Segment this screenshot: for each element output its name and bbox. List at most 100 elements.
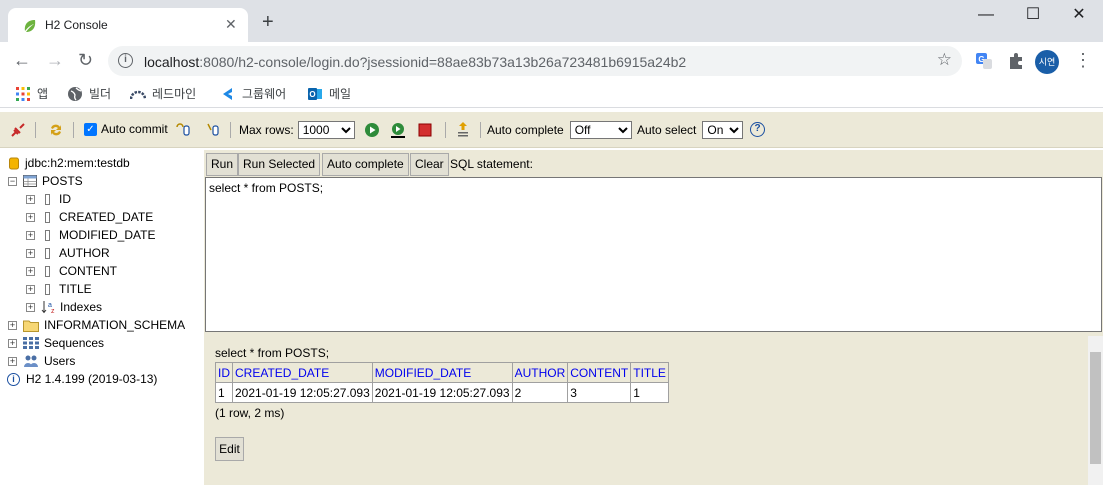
google-translate-icon[interactable]: G [975,52,993,70]
bookmark-builder[interactable]: 빌더 [67,85,111,102]
history-upload-icon[interactable] [455,121,471,137]
bookmark-groupware[interactable]: 그룹웨어 [220,85,286,102]
max-rows: Max rows: 1000 [239,121,355,139]
expand-toggle-icon[interactable]: + [8,356,17,366]
apps-grid-icon [16,86,30,101]
auto-select-setting: Auto select On [637,121,744,139]
tree-indexes[interactable]: + a z Indexes [26,300,102,314]
forward-arrow-icon[interactable]: → [46,50,64,70]
bookmarks-bar: 앱 빌더 레드마인 그룹웨어 O 메일 [0,80,1103,108]
auto-commit-toggle[interactable]: ✓ Auto commit [84,122,168,136]
result-header-modified-date[interactable]: MODIFIED_DATE [371,362,513,383]
reload-icon[interactable]: ↻ [78,50,93,70]
window-close-icon[interactable]: ✕ [1056,4,1102,28]
rollback-icon[interactable] [175,122,191,138]
extensions-puzzle-icon[interactable] [1007,52,1025,70]
column-icon [45,283,50,295]
auto-select-select[interactable]: On [702,121,744,139]
expand-toggle-icon[interactable]: + [26,212,35,222]
site-info-icon[interactable]: i [118,53,133,68]
table-name: POSTS [42,174,83,188]
results-panel: select * from POSTS; ID CREATED_DATE MOD… [204,336,1087,485]
expand-toggle-icon[interactable]: + [26,266,35,276]
run-selected-button[interactable]: Run Selected [238,153,321,176]
result-header-author[interactable]: AUTHOR [511,362,569,383]
bookmark-label: 앱 [37,87,49,101]
results-scrollbar[interactable] [1088,336,1103,485]
expand-toggle-icon[interactable]: + [26,284,35,294]
minimize-icon[interactable]: — [963,4,1009,28]
toolbar-separator [73,122,74,138]
index-sort-icon: a z [41,301,55,314]
stop-icon[interactable] [417,122,433,138]
expand-toggle-icon[interactable]: + [26,230,35,240]
bookmark-redmine[interactable]: 레드마인 [130,85,196,102]
auto-commit-checkbox[interactable]: ✓ [84,122,97,136]
svg-text:z: z [51,308,55,314]
tree-column[interactable]: + TITLE [26,282,92,296]
address-bar[interactable]: i localhost:8080/h2-console/login.do?jse… [108,46,962,76]
tree-column[interactable]: + CONTENT [26,264,117,278]
expand-toggle-icon[interactable]: + [26,248,35,258]
scrollbar-thumb[interactable] [1090,352,1101,464]
run-button[interactable]: Run [206,153,239,176]
column-icon [45,247,50,259]
toolbar-separator [35,122,36,138]
bookmark-mail[interactable]: O 메일 [307,85,351,102]
tree-table-posts[interactable]: − POSTS [8,174,83,188]
expand-toggle-icon[interactable]: + [26,194,35,204]
run-selected-icon[interactable] [390,122,406,138]
tree-column[interactable]: + CREATED_DATE [26,210,153,224]
disconnect-icon[interactable] [10,122,26,138]
tree-column[interactable]: + ID [26,192,71,206]
column-icon [45,211,50,223]
schema-label: INFORMATION_SCHEMA [44,318,186,332]
table-row: 1 2021-01-19 12:05:27.093 2021-01-19 12:… [215,382,669,403]
new-tab-icon[interactable]: + [262,12,274,32]
expand-toggle-icon[interactable]: + [8,320,17,330]
column-name: MODIFIED_DATE [59,228,156,242]
outlook-icon: O [308,87,322,100]
tree-column[interactable]: + AUTHOR [26,246,110,260]
browser-tab[interactable]: H2 Console ✕ [8,8,248,42]
run-play-icon[interactable] [364,122,380,138]
bookmark-label: 메일 [329,87,352,101]
more-menu-icon[interactable]: ⋮ [1074,50,1092,70]
bookmark-apps[interactable]: 앱 [15,85,48,102]
tree-users[interactable]: + Users [8,354,75,368]
auto-complete-button[interactable]: Auto complete [322,153,409,176]
commit-icon[interactable] [205,122,221,138]
profile-avatar[interactable]: 시연 [1035,50,1059,74]
auto-complete-select[interactable]: Off [569,121,632,139]
column-icon [45,265,50,277]
result-header-id[interactable]: ID [215,362,233,383]
refresh-icon[interactable] [48,122,64,138]
collapse-toggle-icon[interactable]: − [8,176,17,186]
bookmark-star-icon[interactable]: ☆ [937,50,952,70]
url-text: localhost:8080/h2-console/login.do?jsess… [144,54,687,70]
edit-button[interactable]: Edit [215,437,244,461]
tree-column[interactable]: + MODIFIED_DATE [26,228,155,242]
auto-commit-label: Auto commit [101,122,168,136]
redmine-icon [130,90,146,99]
tree-sequences[interactable]: + Sequences [8,336,104,350]
expand-toggle-icon[interactable]: + [26,302,35,312]
back-arrow-icon[interactable]: ← [13,50,31,70]
expand-toggle-icon[interactable]: + [8,338,17,348]
auto-complete-setting: Auto complete Off [487,121,632,139]
help-icon[interactable]: ? [750,122,765,137]
tree-connection[interactable]: jdbc:h2:mem:testdb [9,156,130,170]
auto-select-label: Auto select [637,123,697,137]
maximize-icon[interactable]: ☐ [1010,4,1056,28]
result-table: ID CREATED_DATE MODIFIED_DATE AUTHOR CON… [215,362,669,403]
result-header-created-date[interactable]: CREATED_DATE [232,362,373,383]
indexes-label: Indexes [60,300,103,314]
max-rows-select[interactable]: 1000 [297,121,355,139]
tree-schema[interactable]: + INFORMATION_SCHEMA [8,318,185,332]
clear-button[interactable]: Clear [410,153,449,176]
result-header-title[interactable]: TITLE [630,362,669,383]
result-header-content[interactable]: CONTENT [567,362,632,383]
tab-close-icon[interactable]: ✕ [225,16,237,33]
sql-editor[interactable]: select * from POSTS; [205,177,1102,332]
sequence-icon [23,337,39,349]
